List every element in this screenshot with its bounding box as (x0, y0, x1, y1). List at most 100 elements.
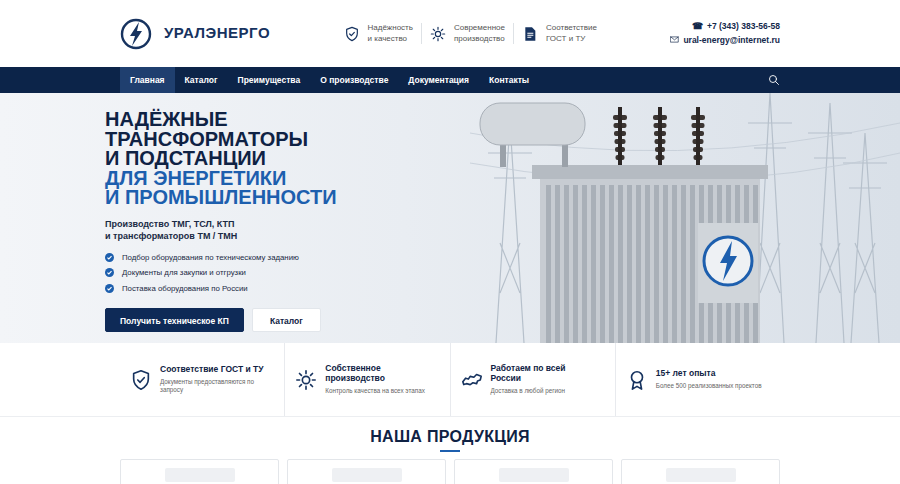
check-circle-icon (105, 268, 114, 277)
checklist-item: Документы для закупки и отгрузки (105, 265, 470, 281)
product-photo (499, 468, 569, 482)
email-address[interactable]: ural-energy@internet.ru (683, 35, 780, 45)
header-feature: Надёжностьи качество (336, 23, 421, 44)
feature-text: Собственноепроизводство Контроль качества… (325, 364, 425, 394)
medal-icon (626, 369, 648, 391)
header-feature-text: СоответствиеГОСТ и ТУ (546, 23, 597, 44)
feature-item: Работаем по всейРоссии Доставка в любой р… (451, 343, 616, 416)
check-circle-icon (105, 253, 114, 262)
checklist-item: Подбор оборудования по техническому зада… (105, 250, 470, 266)
hero-subtitle: Производство ТМГ, ТСЛ, КТПи трансформато… (105, 218, 470, 242)
feature-subtitle-line: Более 500 реализованных проектов (656, 382, 762, 390)
hero-title-line: ТРАНСФОРМАТОРЫ (105, 130, 470, 150)
header-feature-text-line: ГОСТ и ТУ (546, 34, 597, 44)
hero-accent-line: ДЛЯ ЭНЕРГЕТИКИ (105, 169, 470, 189)
gear-icon (430, 26, 446, 42)
lightning-logo-icon (120, 18, 152, 50)
request-offer-button[interactable]: Получить техническое КП (105, 308, 244, 332)
header-feature: СоответствиеГОСТ и ТУ (513, 23, 605, 44)
hero-title-line: НАДЁЖНЫЕ (105, 110, 470, 130)
product-photo (165, 468, 235, 482)
title-underline (440, 450, 460, 452)
feature-title-line: Работаем по всей (491, 364, 566, 374)
catalog-button[interactable]: Каталог (252, 308, 321, 332)
feature-text: Соответствие ГОСТ и ТУ Документы предоста… (160, 365, 264, 393)
feature-item: Собственноепроизводство Контроль качества… (285, 343, 450, 416)
envelope-icon (670, 35, 679, 44)
nav-item[interactable]: Контакты (479, 67, 539, 93)
nav-item[interactable]: Преимущества (228, 67, 311, 93)
phone[interactable]: ☎ +7 (343) 383-56-58 (670, 20, 780, 34)
site-header: УРАЛЭНЕРГО Надёжностьи качество Современно… (0, 0, 900, 67)
feature-title: Работаем по всейРоссии (491, 364, 566, 384)
features-strip: Соответствие ГОСТ и ТУ Документы предоста… (0, 343, 900, 417)
hero-buttons: Получить техническое КП Каталог (105, 304, 470, 332)
product-card[interactable] (621, 459, 780, 484)
header-feature: Современноепроизводство (421, 23, 513, 44)
header-feature-text-line: и качество (368, 34, 413, 44)
hero-subtitle-line: Производство ТМГ, ТСЛ, КТП (105, 218, 470, 230)
email[interactable]: ural-energy@internet.ru (670, 34, 780, 48)
feature-title-line: 15+ лет опыта (656, 369, 762, 379)
nav-item[interactable]: О производстве (310, 67, 398, 93)
checklist-text: Документы для закупки и отгрузки (122, 265, 246, 281)
header-feature-text-line: Соответствие (546, 23, 597, 33)
contacts: ☎ +7 (343) 383-56-58 ural-energy@internet.… (670, 20, 780, 47)
header-feature-text-line: Надёжность (368, 23, 413, 33)
check-circle-icon (105, 284, 114, 293)
hero-title: НАДЁЖНЫЕТРАНСФОРМАТОРЫИ ПОДСТАНЦИИДЛЯ ЭН… (105, 110, 470, 208)
shield-check-icon (344, 26, 360, 42)
logo[interactable]: УРАЛЭНЕРГО (120, 18, 270, 50)
checklist-item: Поставка оборудования по России (105, 281, 470, 297)
product-photo (332, 468, 402, 482)
feature-subtitle-line: Контроль качества на всех этапах (325, 387, 425, 395)
products-title: НАША ПРОДУКЦИЯ (120, 417, 780, 446)
nav-item[interactable]: Главная (120, 67, 175, 93)
header-feature-text: Современноепроизводство (454, 23, 505, 44)
feature-subtitle: Доставка в любой регион (491, 387, 566, 395)
transformer-photo (470, 93, 900, 343)
hero-text: НАДЁЖНЫЕТРАНСФОРМАТОРЫИ ПОДСТАНЦИИДЛЯ ЭН… (0, 93, 470, 343)
feature-title-line: России (491, 374, 566, 384)
gear-icon (295, 369, 317, 391)
phone-number[interactable]: +7 (343) 383-56-58 (707, 21, 780, 31)
feature-text: 15+ лет опыта Более 500 реализованных про… (656, 369, 762, 390)
header-feature-text: Надёжностьи качество (368, 23, 413, 44)
hero: НАДЁЖНЫЕТРАНСФОРМАТОРЫИ ПОДСТАНЦИИДЛЯ ЭН… (0, 93, 900, 343)
feature-text: Работаем по всейРоссии Доставка в любой р… (491, 364, 566, 394)
hero-title-line: И ПОДСТАНЦИИ (105, 149, 470, 169)
checklist-text: Подбор оборудования по техническому зада… (122, 250, 299, 266)
nav-item[interactable]: Документация (398, 67, 479, 93)
logo-text: УРАЛЭНЕРГО (164, 22, 270, 45)
feature-title: Собственноепроизводство (325, 364, 425, 384)
product-cards (120, 459, 780, 484)
feature-title-line: производство (325, 374, 425, 384)
search-button[interactable] (768, 74, 780, 86)
product-card[interactable] (287, 459, 446, 484)
product-card[interactable] (454, 459, 613, 484)
hero-accent-line: И ПРОМЫШЛЕННОСТИ (105, 188, 470, 208)
hero-checklist: Подбор оборудования по техническому зада… (105, 250, 470, 297)
feature-subtitle-line: запросу (160, 386, 264, 394)
header-feature-text-line: производство (454, 34, 505, 44)
feature-subtitle-line: Документы предоставляются по (160, 378, 264, 386)
feature-subtitle-line: Доставка в любой регион (491, 387, 566, 395)
hero-subtitle-line: и трансформаторов ТМ / ТМН (105, 230, 470, 242)
header-feature-text-line: Современное (454, 23, 505, 33)
feature-title: 15+ лет опыта (656, 369, 762, 379)
feature-subtitle: Контроль качества на всех этапах (325, 387, 425, 395)
shield-check-icon (130, 369, 152, 391)
header-features: Надёжностьи качество Современноепроизводс… (336, 23, 605, 44)
feature-item: 15+ лет опыта Более 500 реализованных про… (616, 343, 780, 416)
feature-title: Соответствие ГОСТ и ТУ (160, 365, 264, 375)
product-card[interactable] (120, 459, 279, 484)
feature-item: Соответствие ГОСТ и ТУ Документы предоста… (120, 343, 285, 416)
russia-map-icon (461, 369, 483, 391)
search-icon (768, 74, 780, 86)
feature-subtitle: Более 500 реализованных проектов (656, 382, 762, 390)
checklist-text: Поставка оборудования по России (122, 281, 248, 297)
feature-subtitle: Документы предоставляются позапросу (160, 378, 264, 394)
products-section: НАША ПРОДУКЦИЯ (0, 417, 900, 484)
nav-item[interactable]: Каталог (175, 67, 228, 93)
phone-icon: ☎ (692, 21, 703, 31)
